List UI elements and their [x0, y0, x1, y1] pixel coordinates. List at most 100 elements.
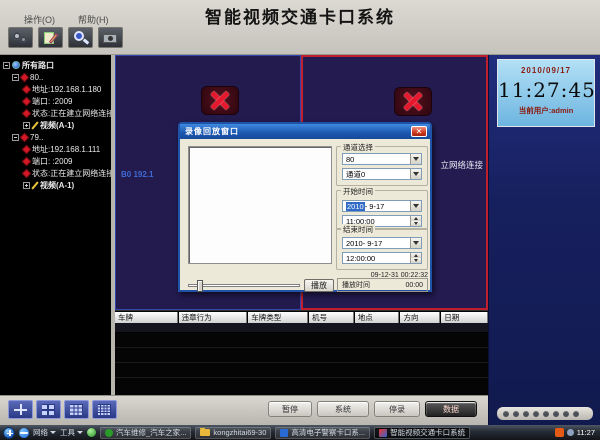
- grid-3x3-button[interactable]: [64, 400, 89, 419]
- dialog-title: 录像回放窗口: [185, 126, 239, 137]
- col-date[interactable]: 日期: [441, 312, 488, 323]
- current-user: 当前用户:admin: [498, 105, 594, 116]
- start-group-label: 开始时间: [341, 186, 375, 197]
- tree-leaf-address[interactable]: 地址:192.168.1.111: [23, 143, 111, 155]
- col-camera-no[interactable]: 机号: [309, 312, 354, 323]
- subchannel-value: 通道0: [343, 169, 410, 180]
- page-title: 智能视频交通卡口系统: [0, 3, 600, 28]
- task-label: 汽车维修_汽车之家...: [116, 427, 186, 438]
- playback-preview: [188, 146, 332, 264]
- collapse-icon[interactable]: [12, 134, 19, 141]
- taskbar-task-browser[interactable]: 汽车维修_汽车之家...: [100, 427, 191, 439]
- expand-icon[interactable]: [23, 182, 30, 189]
- close-icon[interactable]: [411, 126, 427, 137]
- taskbar-task-police[interactable]: 高清电子警察卡口系...: [275, 427, 370, 439]
- browser-icon[interactable]: [19, 428, 29, 438]
- tree-leaf-label: 状态:正在建立网络连接: [32, 168, 111, 179]
- chevron-down-icon[interactable]: [410, 154, 421, 164]
- settings-icon[interactable]: [8, 27, 33, 48]
- col-direction[interactable]: 方向: [400, 312, 440, 323]
- spinner-down-icon[interactable]: [411, 258, 421, 263]
- quicklink-network[interactable]: 网络: [33, 427, 56, 438]
- start-date-picker[interactable]: 2010- 9-17: [342, 200, 422, 212]
- taskbar-task-active[interactable]: 智能视频交通卡口系统: [374, 427, 470, 439]
- tree-leaf-address[interactable]: 地址:192.168.1.180: [23, 83, 111, 95]
- dock-icon[interactable]: [533, 411, 539, 417]
- dock-icon[interactable]: [503, 411, 509, 417]
- tree-leaf-status[interactable]: 状态:正在建立网络连接: [23, 167, 111, 179]
- move-cross-icon: [14, 404, 27, 415]
- tree-leaf-label: 视频(A-1): [40, 120, 74, 131]
- task-icon: [105, 429, 113, 437]
- elapsed-label: 播放时间: [342, 280, 370, 290]
- messenger-icon[interactable]: [87, 428, 96, 437]
- tree-leaf-status[interactable]: 状态:正在建立网络连接: [23, 107, 111, 119]
- system-button[interactable]: 系统: [317, 401, 369, 417]
- collapse-icon[interactable]: [12, 74, 19, 81]
- collapse-icon[interactable]: [3, 62, 10, 69]
- tree-leaf-label: 地址:192.168.1.111: [32, 144, 100, 155]
- start-button[interactable]: [3, 427, 15, 439]
- spinner-down-icon[interactable]: [411, 221, 421, 226]
- spinner-buttons: [410, 216, 421, 226]
- search-icon[interactable]: [68, 27, 93, 48]
- quicklink-tools[interactable]: 工具: [60, 427, 83, 438]
- tray-icon[interactable]: [555, 428, 564, 437]
- channel-group-label: 通道选择: [341, 142, 375, 153]
- app-window: 操作(O) 帮助(H) 智能视频交通卡口系统 所有路口 80.. 地址:192.…: [0, 0, 600, 440]
- dialog-titlebar[interactable]: 录像回放窗口: [180, 124, 430, 139]
- col-plate-type[interactable]: 车牌类型: [248, 312, 308, 323]
- subchannel-select[interactable]: 通道0: [342, 168, 422, 180]
- tree-node-79[interactable]: 79..: [12, 131, 111, 143]
- end-time-spinner[interactable]: 12:00:00: [342, 252, 422, 264]
- pause-button[interactable]: 暂停: [268, 401, 312, 417]
- channel-select[interactable]: 80: [342, 153, 422, 165]
- tray-icon[interactable]: [567, 429, 574, 436]
- chevron-down-icon[interactable]: [410, 238, 421, 248]
- tree-leaf-port[interactable]: 端口: :2009: [23, 95, 111, 107]
- taskbar-task-folder[interactable]: kongzhitai69-30: [195, 427, 271, 439]
- system-tray: 11:27: [555, 428, 597, 437]
- grid-2x2-button[interactable]: [36, 400, 61, 419]
- chevron-down-icon[interactable]: [410, 169, 421, 179]
- snapshot-icon[interactable]: [98, 27, 123, 48]
- dock-icon[interactable]: [543, 411, 549, 417]
- tray-clock[interactable]: 11:27: [577, 428, 597, 437]
- tree-leaf-port[interactable]: 端口: :2009: [23, 155, 111, 167]
- diamond-icon: [23, 109, 30, 116]
- dock-icon[interactable]: [523, 411, 529, 417]
- dock-icon[interactable]: [553, 411, 559, 417]
- log-edit-icon[interactable]: [38, 27, 63, 48]
- connection-error-icon: [395, 88, 431, 115]
- single-view-button[interactable]: [8, 400, 33, 419]
- data-button[interactable]: 数据: [425, 401, 477, 417]
- col-location[interactable]: 地点: [355, 312, 400, 323]
- dock-icon[interactable]: [573, 411, 579, 417]
- playback-dialog: 录像回放窗口 通道选择 80 通道0 开始时间 2010- 9-17 11:00…: [178, 122, 432, 292]
- current-time: 11:27:45: [498, 78, 594, 102]
- tree-root[interactable]: 所有路口: [3, 59, 111, 71]
- tree-node-80[interactable]: 80..: [12, 71, 111, 83]
- chevron-down-icon[interactable]: [410, 201, 421, 211]
- tree-leaf-video[interactable]: 视频(A-1): [23, 179, 111, 191]
- dock-icon[interactable]: [513, 411, 519, 417]
- dock-icon[interactable]: [563, 411, 569, 417]
- expand-icon[interactable]: [23, 122, 30, 129]
- end-date-picker[interactable]: 2010- 9-17: [342, 237, 422, 249]
- col-violation[interactable]: 违章行为: [179, 312, 248, 323]
- elapsed-time-box: 播放时间 00:00: [337, 278, 428, 292]
- play-button[interactable]: 播放: [304, 279, 334, 292]
- task-icon: [280, 429, 288, 437]
- current-date: 2010/09/17: [498, 66, 594, 75]
- diamond-icon: [23, 85, 30, 92]
- sidebar-dock-toolbar[interactable]: [497, 407, 593, 420]
- grid-4x4-button[interactable]: [92, 400, 117, 419]
- playback-slider[interactable]: [188, 284, 300, 287]
- col-plate[interactable]: 车牌: [115, 312, 178, 323]
- stop-record-button[interactable]: 停录: [374, 401, 420, 417]
- slider-handle[interactable]: [197, 280, 203, 292]
- tree-leaf-video[interactable]: 视频(A-1): [23, 119, 111, 131]
- grid-3x3-icon: [70, 404, 83, 415]
- end-time-value: 12:00:00: [343, 254, 410, 263]
- table-row[interactable]: [115, 323, 488, 333]
